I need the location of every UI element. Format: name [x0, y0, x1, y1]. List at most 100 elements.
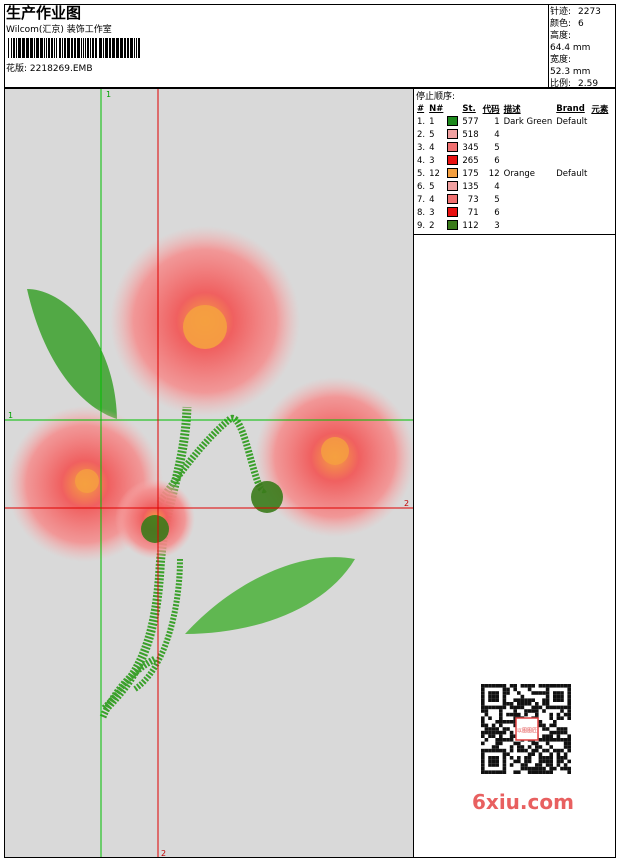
row-brand	[554, 219, 589, 232]
row-stitches: 112	[462, 220, 479, 231]
col-brand: Brand	[556, 103, 585, 114]
studio-name: Wilcom(汇京) 装饰工作室	[6, 25, 112, 35]
color-swatch	[447, 129, 459, 140]
table-row: 9. 2 112 3	[415, 219, 610, 232]
row-index: 8.	[417, 207, 426, 218]
stat-height: 高度:64.4 mm	[550, 31, 591, 53]
row-desc	[502, 141, 555, 154]
row-desc	[502, 219, 555, 232]
table-row: 3. 4 345 5	[415, 141, 610, 154]
row-number: 1	[429, 116, 435, 127]
row-stitches: 135	[462, 181, 479, 192]
row-number: 3	[429, 155, 435, 166]
row-number: 3	[429, 207, 435, 218]
row-stitches: 175	[462, 168, 479, 179]
row-brand	[554, 180, 589, 193]
row-desc: Dark Green	[503, 116, 553, 127]
row-brand: Default	[556, 168, 588, 179]
color-swatch	[447, 194, 459, 205]
row-index: 9.	[417, 220, 426, 231]
row-index: 3.	[417, 142, 426, 153]
row-number: 4	[429, 194, 435, 205]
row-desc	[502, 206, 555, 219]
qr-code: 以图图匠	[471, 680, 585, 780]
table-row: 1. 1 577 1 Dark Green Default	[415, 115, 610, 128]
col-number: N#	[429, 103, 444, 114]
row-index: 6.	[417, 181, 426, 192]
color-swatch	[447, 142, 459, 153]
row-code: 5	[494, 194, 500, 205]
col-stitches: St.	[462, 103, 476, 114]
row-index: 2.	[417, 129, 426, 140]
row-number: 5	[429, 129, 435, 140]
sequence-table: # N# St. 代码 描述 Brand 元素 1. 1 577 1 Dark Gree…	[415, 102, 610, 232]
row-stitches: 518	[462, 129, 479, 140]
row-stitches: 71	[467, 207, 479, 218]
row-element	[589, 193, 610, 206]
embroidery-preview: 1 1 2 2	[5, 89, 413, 857]
row-code: 1	[494, 116, 500, 127]
flower-right-center	[321, 437, 349, 465]
row-code: 6	[494, 207, 500, 218]
row-swatch	[445, 128, 460, 141]
leaf-upper	[27, 289, 117, 419]
row-code: 4	[494, 129, 500, 140]
row-brand	[554, 128, 589, 141]
row-stitches: 73	[467, 194, 479, 205]
col-index: #	[417, 103, 425, 114]
stat-colors: 颜色: 6	[550, 19, 584, 29]
row-brand	[554, 206, 589, 219]
design-name: 花版: 2218269.EMB	[6, 61, 93, 74]
flower-top-center	[183, 305, 227, 349]
row-index: 4.	[417, 155, 426, 166]
qr-badge-text: 以图图匠	[517, 728, 537, 734]
row-code: 6	[494, 155, 500, 166]
row-swatch	[445, 206, 460, 219]
row-element	[589, 141, 610, 154]
stem-base	[99, 655, 157, 719]
row-code: 5	[494, 142, 500, 153]
sequence-rows: 1. 1 577 1 Dark Green Default 2. 5 518 4 3. 4 345 5 4.…	[415, 115, 610, 232]
row-index: 1.	[417, 116, 426, 127]
col-swatch	[445, 102, 460, 115]
row-brand: Default	[556, 116, 588, 127]
row-element	[589, 206, 610, 219]
stat-width: 宽度:52.3 mm	[550, 55, 591, 77]
row-element	[589, 154, 610, 167]
row-swatch	[445, 154, 460, 167]
row-code: 4	[494, 181, 500, 192]
design-file: 2218269.EMB	[29, 64, 93, 74]
row-element	[589, 115, 610, 128]
sequence-title: 停止顺序:	[416, 92, 456, 102]
table-row: 5. 12 175 12 Orange Default	[415, 167, 610, 180]
row-desc	[502, 128, 555, 141]
row-desc	[502, 180, 555, 193]
stat-stitches: 针迹: 2273	[550, 7, 601, 17]
design-label: 花版:	[6, 64, 28, 74]
color-swatch	[447, 207, 459, 218]
row-index: 5.	[417, 168, 426, 179]
row-desc: Orange	[503, 168, 536, 179]
row-swatch	[445, 219, 460, 232]
col-desc: 描述	[503, 104, 521, 115]
row-swatch	[445, 193, 460, 206]
row-brand	[554, 193, 589, 206]
sequence-box: 停止顺序: # N# St. 代码 描述 Brand 元素 1. 1 577 1 Dar…	[414, 89, 616, 235]
row-element	[589, 128, 610, 141]
guide-green-h-label: 1	[8, 411, 13, 420]
bud-center-calyx	[141, 515, 169, 543]
design-canvas: 1 1 2 2	[4, 88, 414, 858]
row-code: 12	[488, 168, 500, 179]
color-swatch	[447, 181, 459, 192]
row-number: 2	[429, 220, 435, 231]
row-swatch	[445, 141, 460, 154]
row-desc	[502, 193, 555, 206]
row-swatch	[445, 167, 460, 180]
stats-panel: 针迹: 2273 颜色: 6 高度:64.4 mm 宽度:52.3 mm 比例: 2.…	[548, 4, 616, 89]
row-brand	[554, 141, 589, 154]
row-code: 3	[494, 220, 500, 231]
table-row: 6. 5 135 4	[415, 180, 610, 193]
row-element	[589, 180, 610, 193]
row-stitches: 265	[462, 155, 479, 166]
color-swatch	[447, 155, 459, 166]
